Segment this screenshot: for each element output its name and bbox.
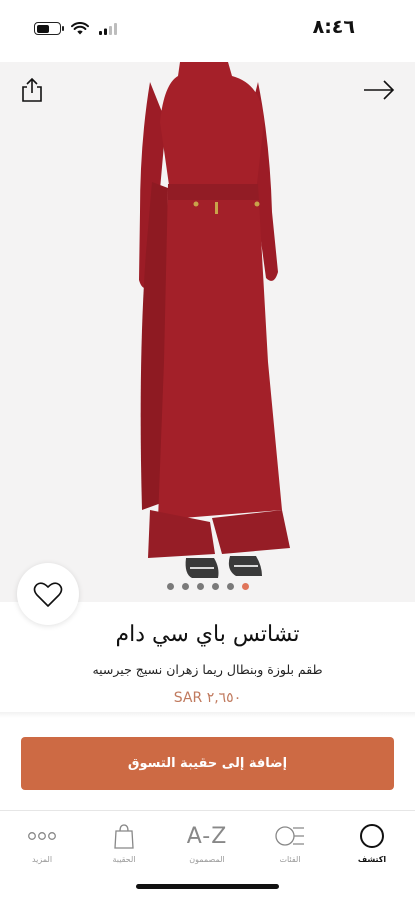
tab-more-label: المزيد xyxy=(31,855,53,864)
product-image-gallery[interactable] xyxy=(0,62,415,602)
pagination-dot[interactable] xyxy=(166,583,174,590)
product-price: ٢,٦٥٠ SAR xyxy=(173,690,242,706)
status-bar: ٨:٤٦ xyxy=(0,0,415,62)
product-image xyxy=(0,62,415,602)
home-indicator[interactable] xyxy=(136,884,279,889)
pagination-dot[interactable] xyxy=(181,583,189,590)
discover-icon xyxy=(360,824,384,848)
product-info: تشاتس باي سي دام طقم بلوزة وبنطال ريما ز… xyxy=(0,602,415,707)
share-button[interactable] xyxy=(14,72,50,108)
signal-icon xyxy=(99,22,117,35)
tab-categories[interactable]: الفئات xyxy=(255,821,325,864)
categories-icon xyxy=(275,826,304,846)
pagination-dot[interactable] xyxy=(196,583,204,590)
section-divider xyxy=(0,712,415,718)
wifi-icon xyxy=(71,22,89,35)
tab-categories-label: الفئات xyxy=(279,855,301,864)
bag-icon xyxy=(114,824,134,849)
tab-designers-label: المصممون xyxy=(189,855,225,864)
product-brand[interactable]: تشاتس باي سي دام xyxy=(0,622,415,647)
designers-az-icon: A-Z xyxy=(186,823,228,849)
add-to-bag-button[interactable]: إضافة إلى حقيبة التسوق xyxy=(21,737,394,790)
pagination-dot-active[interactable] xyxy=(241,583,249,590)
next-arrow-button[interactable] xyxy=(361,72,397,108)
tab-bag-label: الحقيبة xyxy=(112,855,136,864)
more-dots-icon xyxy=(28,832,56,840)
arrow-right-icon xyxy=(364,80,395,100)
status-time: ٨:٤٦ xyxy=(312,16,355,38)
product-name: طقم بلوزة وبنطال ريما زهران نسيج جيرسيه xyxy=(92,662,323,677)
tab-discover-label: اكتشف xyxy=(357,855,387,864)
tab-bag[interactable]: الحقيبة xyxy=(89,821,159,864)
tab-more[interactable]: المزيد xyxy=(7,821,77,864)
pagination-dot[interactable] xyxy=(211,583,219,590)
tab-discover[interactable]: اكتشف xyxy=(337,821,407,864)
tab-designers[interactable]: A-Z المصممون xyxy=(172,821,242,865)
battery-icon xyxy=(34,22,64,35)
pagination-dot[interactable] xyxy=(226,583,234,590)
status-icons xyxy=(34,22,117,35)
share-icon xyxy=(22,77,42,102)
